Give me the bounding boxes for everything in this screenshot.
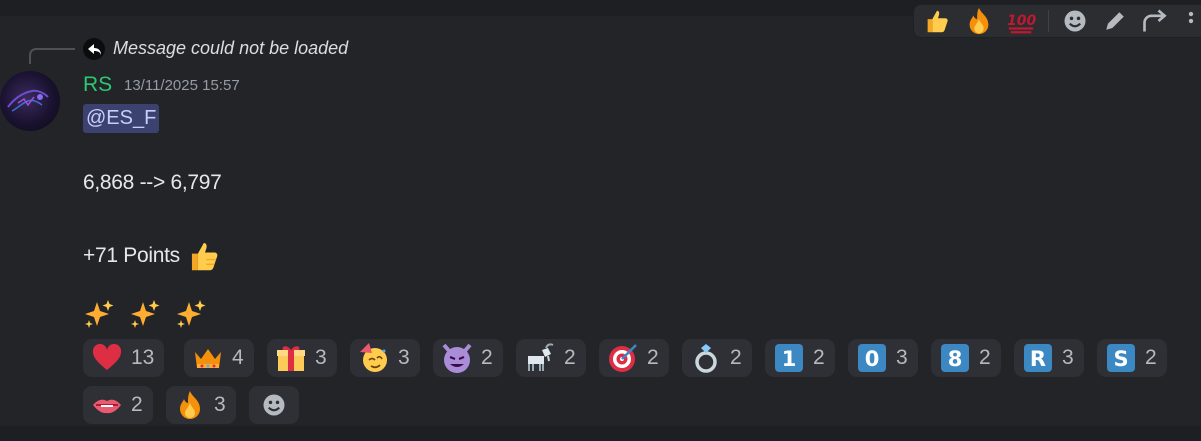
partying-face-icon [360, 343, 387, 372]
reaction-smiling-imp[interactable]: 2 [433, 339, 503, 377]
reaction-fire[interactable]: 3 [166, 386, 236, 424]
reply-spine [29, 48, 75, 64]
author-name[interactable]: RS [83, 72, 112, 98]
reaction-count: 3 [1062, 346, 1074, 369]
reaction-keycap-8[interactable]: 8 2 [931, 339, 1001, 377]
message-line-price: 6,868 --> 6,797 [83, 171, 222, 194]
regional-r-icon: R [1024, 344, 1052, 372]
reaction-count: 2 [647, 346, 659, 369]
biting-lip-icon [93, 399, 121, 414]
reaction-goat[interactable]: 2 [516, 339, 586, 377]
fire-icon [180, 391, 200, 419]
red-heart-icon [92, 343, 122, 370]
crown-icon [195, 349, 221, 368]
smiling-imp-icon [442, 343, 472, 373]
reaction-count: 2 [564, 346, 576, 369]
reaction-count: 2 [730, 346, 742, 369]
fire-icon[interactable] [964, 6, 994, 36]
reaction-count: 2 [131, 393, 143, 416]
hundred-points-icon[interactable]: 100 [1006, 6, 1036, 36]
reaction-count: 2 [1145, 346, 1157, 369]
keycap-0-label: 0 [865, 347, 880, 371]
reaction-keycap-0[interactable]: 0 3 [848, 339, 918, 377]
svg-text:100: 100 [1007, 13, 1036, 29]
reaction-direct-hit[interactable]: 2 [599, 339, 669, 377]
regional-s-label: S [1113, 347, 1128, 371]
reaction-count: 3 [214, 393, 226, 416]
avatar[interactable] [0, 71, 60, 131]
reaction-regional-r[interactable]: R 3 [1014, 339, 1084, 377]
sparkles-icon [131, 300, 160, 328]
reaction-count: 2 [813, 346, 825, 369]
reply-icon[interactable] [1141, 7, 1169, 35]
direct-hit-icon [609, 344, 637, 372]
reaction-count: 13 [131, 346, 155, 369]
sparkles-row [83, 298, 207, 330]
keycap-1-label: 1 [782, 347, 797, 371]
message-timestamp[interactable]: 13/11/2025 15:57 [124, 77, 240, 95]
reaction-biting-lip[interactable]: 2 [83, 386, 153, 424]
add-reaction-icon [263, 394, 285, 416]
toolbar-separator [1048, 10, 1049, 32]
reaction-ring[interactable]: 2 [682, 339, 752, 377]
regional-s-icon: S [1107, 344, 1135, 372]
reaction-count: 2 [979, 346, 991, 369]
reaction-partying-face[interactable]: 3 [350, 339, 420, 377]
reaction-count: 3 [398, 346, 410, 369]
bottom-strip [0, 426, 1201, 441]
reply-preview-text[interactable]: Message could not be loaded [113, 37, 348, 59]
reaction-keycap-1[interactable]: 1 2 [765, 339, 835, 377]
reaction-crown[interactable]: 4 [184, 339, 254, 377]
reaction-red-heart[interactable]: 13 [83, 339, 165, 377]
reaction-count: 4 [232, 346, 244, 369]
thumbs-up-icon [191, 242, 218, 271]
reaction-count: 2 [481, 346, 493, 369]
add-reaction-button[interactable] [249, 386, 299, 424]
add-reaction-icon[interactable] [1061, 7, 1089, 35]
keycap-8-label: 8 [948, 347, 963, 371]
ring-icon [695, 344, 717, 373]
message-line-points: +71 Points [83, 237, 224, 275]
message-hover-toolbar: 100 [913, 4, 1201, 38]
keycap-8-icon: 8 [941, 344, 969, 372]
gift-icon [277, 346, 305, 371]
keycap-1-icon: 1 [775, 344, 803, 372]
thumbs-up-icon[interactable] [922, 6, 952, 36]
points-text: +71 Points [83, 244, 180, 267]
sparkles-icon [177, 300, 206, 328]
reaction-count: 3 [896, 346, 908, 369]
user-mention[interactable]: @ES_F [83, 104, 160, 133]
message: 100 Message could not be loaded RS 13/11… [0, 4, 1201, 426]
more-icon[interactable] [1181, 7, 1201, 35]
regional-r-label: R [1030, 347, 1046, 371]
sparkles-icon [85, 300, 114, 328]
reaction-gift[interactable]: 3 [267, 339, 337, 377]
keycap-0-icon: 0 [858, 344, 886, 372]
goat-icon [528, 343, 554, 371]
reaction-count: 3 [315, 346, 327, 369]
edit-icon[interactable] [1101, 7, 1129, 35]
reply-arrow-icon [83, 38, 105, 60]
reaction-regional-s[interactable]: S 2 [1097, 339, 1167, 377]
